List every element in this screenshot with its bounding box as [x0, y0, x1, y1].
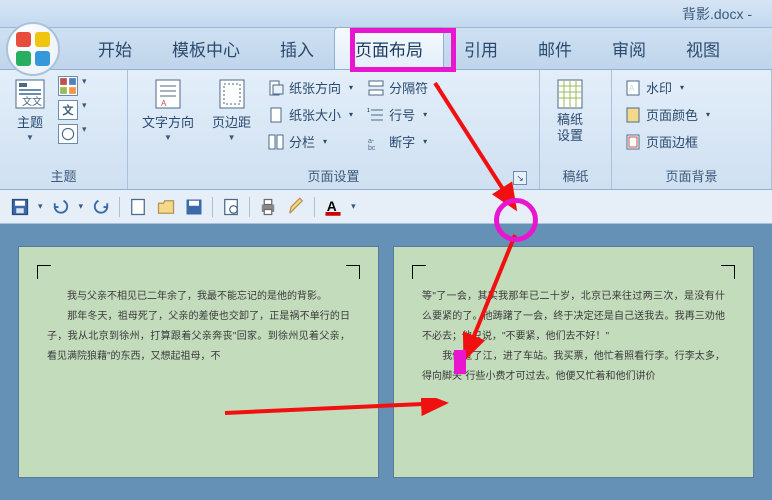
margins-icon	[216, 78, 248, 110]
preview-icon[interactable]	[221, 197, 241, 217]
new-icon[interactable]	[128, 197, 148, 217]
line-numbers-button[interactable]: 1 行号▾	[363, 103, 444, 126]
open-icon[interactable]	[156, 197, 176, 217]
watermark-button[interactable]: A 水印▾	[620, 76, 714, 99]
manuscript-icon	[554, 78, 586, 110]
text-direction-icon: A	[152, 78, 184, 110]
tab-view[interactable]: 视图	[666, 28, 740, 69]
page-text: 我与父亲不相见已二年余了，我最不能忘记的是他的背影。 那年冬天，祖母死了，父亲的…	[47, 287, 350, 367]
tab-references[interactable]: 引用	[444, 28, 518, 69]
tab-start[interactable]: 开始	[78, 28, 152, 69]
orientation-button[interactable]: 纸张方向▾	[263, 76, 357, 99]
brush-icon[interactable]	[286, 197, 306, 217]
theme-effects-icon[interactable]	[58, 124, 78, 144]
text-direction-button[interactable]: A 文字方向 ▼	[136, 74, 200, 146]
size-icon	[267, 106, 285, 124]
page-color-icon	[624, 106, 642, 124]
group-theme-label: 主题	[8, 164, 119, 187]
columns-button[interactable]: 分栏▾	[263, 130, 357, 153]
svg-text:bc: bc	[368, 145, 376, 151]
tab-insert[interactable]: 插入	[260, 28, 334, 69]
svg-text:A: A	[161, 99, 167, 108]
breaks-icon	[367, 79, 385, 97]
page-color-button[interactable]: 页面颜色▾	[620, 103, 714, 126]
group-manuscript-label: 稿纸	[548, 164, 603, 187]
orientation-icon	[267, 79, 285, 97]
hyphenation-button[interactable]: a-bc 断字▾	[363, 130, 444, 153]
page-border-icon	[624, 133, 642, 151]
dropdown-icon: ▼	[26, 133, 34, 142]
themes-button[interactable]: 文文 主题 ▼	[8, 74, 52, 146]
undo-icon[interactable]	[51, 197, 71, 217]
theme-fonts-icon[interactable]: 文	[58, 100, 78, 120]
margins-button[interactable]: 页边距 ▼	[206, 74, 257, 146]
svg-text:A: A	[327, 198, 337, 213]
tab-review[interactable]: 审阅	[592, 28, 666, 69]
svg-text:1: 1	[367, 108, 370, 114]
document-page-right[interactable]: 等"了一会，其实我那年已二十岁，北京已来往过两三次，是没有什么要紧的了。他踌躇了…	[393, 246, 754, 478]
columns-icon	[267, 133, 285, 151]
page-setup-dialog-launcher[interactable]: ↘	[513, 171, 527, 185]
group-page-setup-label: 页面设置	[307, 169, 359, 184]
window-title: 背影.docx -	[682, 4, 752, 24]
page-text: 等"了一会，其实我那年已二十岁，北京已来往过两三次，是没有什么要紧的了。他踌躇了…	[422, 287, 725, 387]
tab-mail[interactable]: 邮件	[518, 28, 592, 69]
office-button[interactable]	[6, 22, 60, 76]
annotation-cursor-mark	[454, 350, 466, 374]
svg-text:a-: a-	[368, 138, 375, 145]
themes-icon: 文文	[14, 78, 46, 110]
font-color-icon[interactable]: A	[323, 197, 343, 217]
watermark-icon: A	[624, 79, 642, 97]
tab-template[interactable]: 模板中心	[152, 28, 260, 69]
save2-icon[interactable]	[184, 197, 204, 217]
svg-text:文文: 文文	[22, 95, 42, 108]
page-border-button[interactable]: 页面边框	[620, 130, 714, 153]
tab-layout[interactable]: 页面布局	[334, 27, 444, 69]
manuscript-button[interactable]: 稿纸 设置	[548, 74, 592, 147]
size-button[interactable]: 纸张大小▾	[263, 103, 357, 126]
breaks-button[interactable]: 分隔符▾	[363, 76, 444, 99]
group-background-label: 页面背景	[620, 164, 763, 187]
line-numbers-icon: 1	[367, 106, 385, 124]
print-icon[interactable]	[258, 197, 278, 217]
document-page-left[interactable]: 我与父亲不相见已二年余了，我最不能忘记的是他的背影。 那年冬天，祖母死了，父亲的…	[18, 246, 379, 478]
svg-text:A: A	[629, 84, 635, 93]
hyphenation-icon: a-bc	[367, 133, 385, 151]
theme-colors-icon[interactable]	[58, 76, 78, 96]
save-icon[interactable]	[10, 197, 30, 217]
redo-icon[interactable]	[91, 197, 111, 217]
